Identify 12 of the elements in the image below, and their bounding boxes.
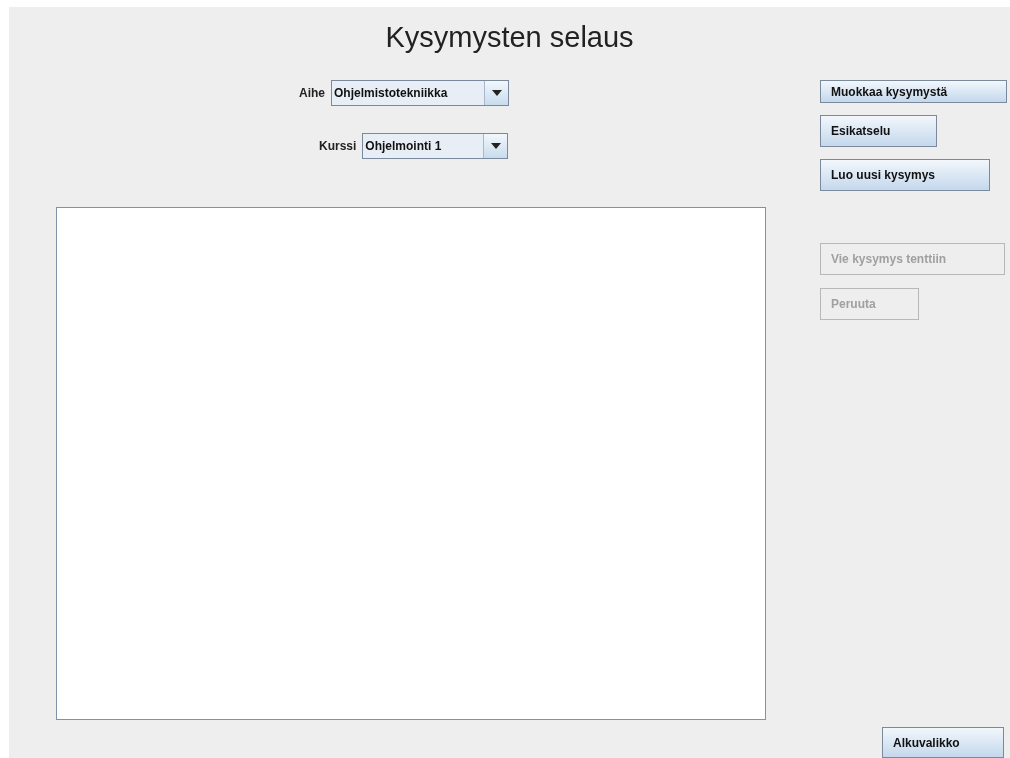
field-label: Kurssi [319, 138, 357, 155]
caret-icon [490, 143, 501, 149]
page-title: Kysymysten selaus [385, 20, 634, 55]
dropdown[interactable]: Ohjelmistotekniikka [331, 80, 509, 106]
caret-icon [491, 90, 502, 96]
action-button[interactable]: Esikatselu [820, 115, 937, 147]
field-label: Aihe [299, 85, 325, 102]
action-button[interactable]: Muokkaa kysymystä [820, 80, 1007, 103]
action-button[interactable]: Alkuvalikko [882, 727, 1004, 758]
action-button[interactable]: Luo uusi kysymys [820, 159, 990, 191]
dropdown[interactable]: Ohjelmointi 1 [362, 133, 509, 159]
question-list[interactable] [56, 207, 766, 720]
